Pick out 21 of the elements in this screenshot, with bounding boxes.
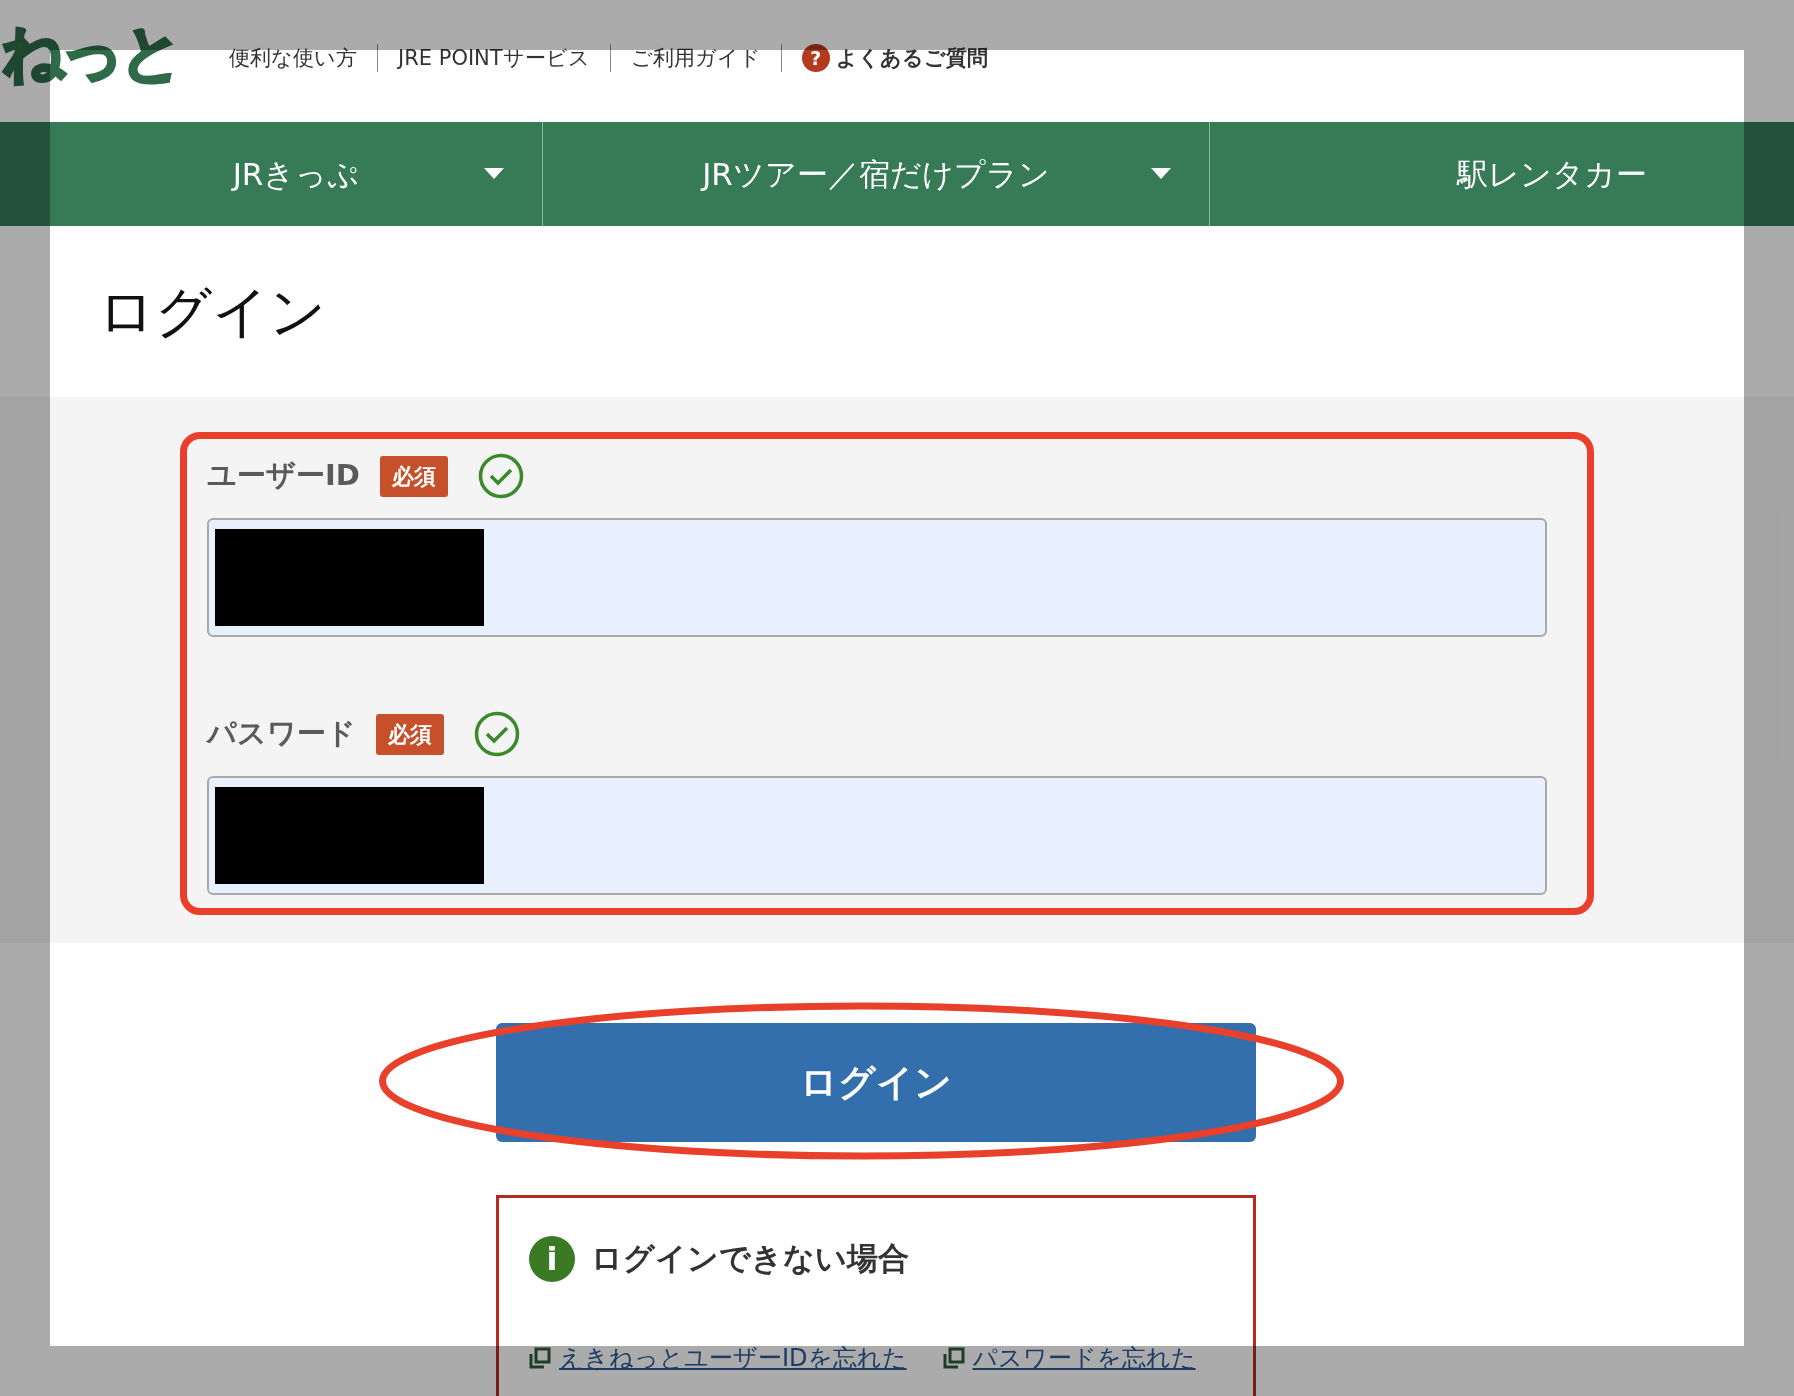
help-title: ログインできない場合 (591, 1240, 909, 1278)
faq-link[interactable]: ? よくあるご質問 (780, 44, 1008, 72)
window-icon (942, 1347, 965, 1369)
login-button[interactable]: ログイン (496, 1023, 1256, 1142)
header-link[interactable]: ご利用ガイド (609, 44, 781, 72)
help-icon: ? (801, 44, 830, 72)
field-label: ユーザーID (207, 457, 360, 495)
logo[interactable]: ねっと (2, 22, 179, 84)
input-field[interactable] (207, 776, 1547, 895)
nav-item[interactable]: JRツアー／宿だけプラン (543, 122, 1210, 226)
nav-item[interactable]: 駅レンタカー (1210, 122, 1794, 226)
input-field[interactable] (207, 518, 1547, 637)
nav-item[interactable]: JRきっぷ (50, 122, 543, 226)
required-badge: 必須 (376, 713, 444, 755)
header-link[interactable]: 便利な使い方 (209, 44, 377, 72)
field-label: パスワード (207, 715, 356, 753)
header-link[interactable]: JRE POINTサービス (377, 44, 610, 72)
required-badge: 必須 (379, 455, 448, 497)
window-icon (529, 1347, 551, 1369)
page-title: ログイン (97, 277, 327, 346)
info-icon: i (529, 1236, 575, 1282)
